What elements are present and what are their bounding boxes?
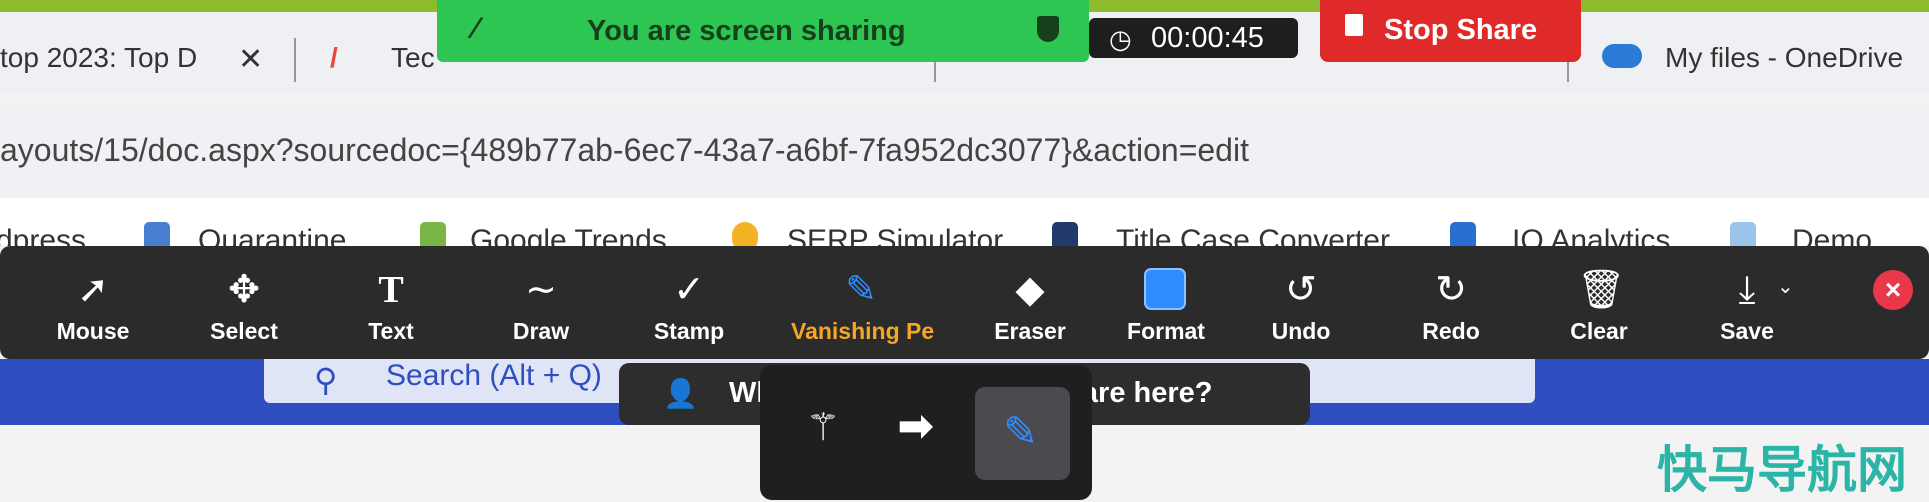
vanishing-pen-flyout: ⚚ ➡ ✎	[760, 365, 1092, 500]
tool-text[interactable]: T Text	[321, 246, 461, 359]
bookmark-icon	[144, 222, 170, 246]
stop-square-icon	[1345, 14, 1363, 36]
url-text[interactable]: ayouts/15/doc.aspx?sourcedoc={489b77ab-6…	[0, 132, 1249, 169]
eraser-icon: ◆	[1015, 269, 1045, 311]
search-icon: ⚲	[314, 362, 338, 398]
bookmark-icon	[1730, 222, 1756, 246]
bookmark[interactable]: Demo	[1792, 224, 1872, 246]
tool-label: Save	[1720, 318, 1774, 344]
vanishing-pen-icon: ✎	[845, 269, 877, 311]
tool-label: Stamp	[653, 318, 725, 344]
redo-icon: ↻	[1435, 269, 1467, 311]
person-shield-icon: 👤	[663, 378, 698, 409]
bookmark-icon	[732, 222, 758, 246]
vanishing-pen-option[interactable]: ✎	[975, 387, 1070, 480]
bookmark-icon	[1450, 222, 1476, 246]
tool-label: Text	[368, 318, 414, 344]
monday-icon: /	[330, 42, 338, 73]
squiggle-icon: ∼	[525, 269, 557, 311]
bookmark[interactable]: dpress	[0, 224, 86, 246]
watermark-logo: 快马导航网	[1657, 442, 1907, 498]
tool-label: Redo	[1422, 318, 1480, 344]
move-arrows-icon: ✥	[228, 269, 260, 311]
annotation-toolbar: ➚ Mouse ✥ Select T Text ∼ Draw ✓ Stamp ✎ Vanis…	[0, 246, 1929, 359]
tab-close-icon[interactable]: ✕	[238, 42, 263, 77]
bookmark[interactable]: IQ Analytics	[1512, 224, 1670, 246]
tool-stamp[interactable]: ✓ Stamp	[619, 246, 759, 359]
tool-redo[interactable]: ↻ Redo	[1381, 246, 1521, 359]
stop-share-label: Stop Share	[1384, 14, 1538, 46]
bookmarks-bar: dpress Quarantine Google Trends SERP Sim…	[0, 198, 1929, 246]
magic-wand-icon[interactable]: ⚚	[806, 405, 840, 450]
timer-text: 00:00:45	[1151, 22, 1264, 54]
tool-label: Clear	[1570, 318, 1628, 344]
close-toolbar-button[interactable]: ×	[1873, 270, 1913, 310]
pen-icon: ✎	[1003, 408, 1039, 455]
color-square-icon	[1144, 268, 1188, 312]
stop-share-button[interactable]: Stop Share	[1320, 0, 1581, 62]
bookmark[interactable]: Title Case Converter	[1116, 224, 1390, 246]
tool-save[interactable]: ⤓ ⌄ Save	[1677, 246, 1817, 359]
onedrive-cloud-icon	[1602, 44, 1642, 68]
tool-eraser[interactable]: ◆ Eraser	[960, 246, 1100, 359]
undo-icon: ↺	[1285, 269, 1317, 311]
grip-icon: ⁄	[473, 12, 479, 45]
address-bar[interactable]: ayouts/15/doc.aspx?sourcedoc={489b77ab-6…	[0, 104, 1929, 198]
sharing-status[interactable]: ⁄ You are screen sharing	[437, 0, 1089, 62]
tool-label: Undo	[1271, 318, 1331, 344]
screen-share-banner: ⁄ You are screen sharing ◷ 00:00:45 Stop…	[437, 0, 1581, 62]
trash-icon: 🗑	[1577, 269, 1626, 311]
tool-format[interactable]: Format	[1096, 246, 1236, 359]
tool-draw[interactable]: ∼ Draw	[471, 246, 611, 359]
clock-icon: ◷	[1109, 24, 1132, 54]
tool-vanishing-pen[interactable]: ✎ Vanishing Pe	[791, 246, 935, 359]
tool-select[interactable]: ✥ Select	[174, 246, 314, 359]
tool-label: Select	[210, 318, 278, 344]
tool-label: Mouse	[56, 318, 130, 344]
tool-clear[interactable]: 🗑 Clear	[1529, 246, 1669, 359]
tab-title[interactable]: Tec	[391, 42, 435, 74]
tool-mouse[interactable]: ➚ Mouse	[23, 246, 163, 359]
tool-label: Format	[1127, 318, 1205, 344]
search-placeholder: Search (Alt + Q)	[386, 359, 602, 392]
bookmark[interactable]: SERP Simulator	[787, 224, 1003, 246]
bookmark[interactable]: Google Trends	[470, 224, 667, 246]
save-download-icon: ⤓	[1738, 269, 1756, 311]
arrow-right-icon[interactable]: ➡	[898, 401, 933, 450]
tool-label: Draw	[512, 318, 570, 344]
tab-title[interactable]: My files - OneDrive	[1665, 42, 1903, 74]
share-timer: ◷ 00:00:45	[1089, 18, 1298, 58]
cursor-arrow-icon: ➚	[77, 269, 109, 311]
tool-label: Vanishing Pe	[791, 318, 935, 344]
bookmark[interactable]: Quarantine	[198, 224, 346, 246]
sharing-status-text: You are screen sharing	[587, 15, 906, 47]
bookmark-icon	[420, 222, 446, 246]
checkmark-icon: ✓	[673, 269, 705, 311]
tool-label: Eraser	[994, 318, 1066, 344]
tab-divider	[294, 38, 296, 82]
chevron-down-icon[interactable]: ⌄	[1777, 274, 1794, 299]
text-T-icon: T	[378, 269, 404, 311]
tool-undo[interactable]: ↺ Undo	[1231, 246, 1371, 359]
shield-icon	[1037, 16, 1059, 42]
bookmark-icon	[1052, 222, 1078, 246]
tab-title[interactable]: top 2023: Top D	[0, 42, 197, 74]
